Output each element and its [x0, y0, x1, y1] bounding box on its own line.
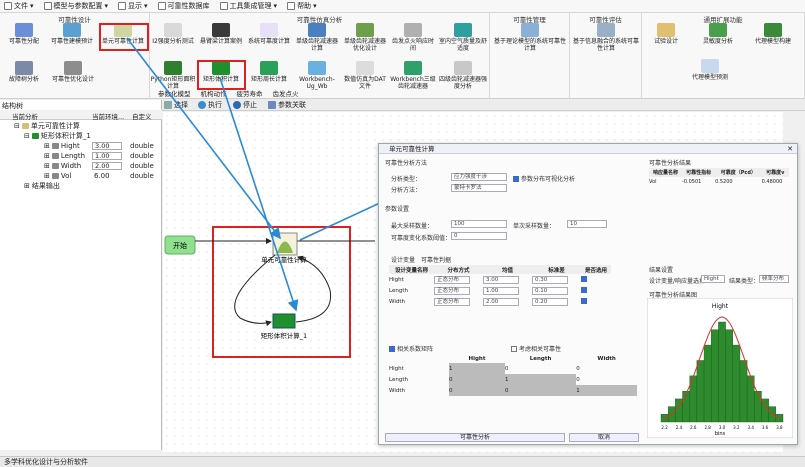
label-method: 分析方法： [391, 187, 422, 194]
run-analysis-button[interactable]: 可靠性分析 [385, 433, 565, 442]
histogram-bar [754, 391, 762, 423]
table-row: Vol -0.0501 0.5200 0.48000 [649, 178, 783, 185]
x-tick-label: 3.4 [748, 425, 755, 430]
other-corr-checkbox[interactable]: 考虑相关可靠性 [511, 344, 561, 353]
volume-node-label: 矩形体积计算_1 [261, 331, 307, 340]
volume-node[interactable] [272, 313, 296, 329]
table-row: Hight 1 0 0 [389, 363, 637, 374]
corr-matrix-table: Hight Length Width Hight 1 0 0 Length 0 … [389, 354, 637, 396]
histogram-chart: Hight bins 2.2 2.4 2.6 2.8 3.0 3.2 3.4 3.6 3.8 [647, 298, 793, 438]
start-node-label: 开始 [173, 241, 187, 250]
table-row: Width 0 0 1 [389, 385, 637, 396]
edge-node2-node1 [295, 255, 332, 323]
unit-reliability-dialog: 单元可靠性计算 ✕ 可靠性分析方法 分析类型： 应力强度干涉 参数分布可视化分析… [378, 143, 798, 445]
threshold-input[interactable]: 0 [451, 232, 507, 240]
checkbox-icon [513, 175, 519, 182]
histogram-bar [703, 344, 712, 423]
param-visual-checkbox[interactable]: 参数分布可视化分析 [513, 174, 575, 183]
status-bar: 多学科优化设计与分析软件 [0, 456, 805, 467]
histogram-bar [739, 360, 748, 423]
x-tick-label: 2.6 [690, 425, 697, 430]
checkbox-icon [389, 345, 395, 352]
checkbox-icon [511, 345, 517, 352]
x-tick-label: 3.0 [719, 425, 726, 430]
result-title: 可靠性分析结果 [649, 160, 692, 167]
analysis-type-select[interactable]: 应力强度干涉 [451, 173, 507, 181]
table-row: Hight 正态分布 3.00 0.30 [389, 274, 611, 285]
resp-select[interactable]: Hight [701, 275, 725, 283]
edge-node1-node2 [234, 254, 276, 327]
x-tick-label: 2.8 [704, 425, 711, 430]
result-settings: 结果设置 [649, 267, 674, 274]
close-icon[interactable]: ✕ [787, 145, 793, 153]
dialog-title: 单元可靠性计算 [379, 144, 797, 154]
table-row: Length 0 1 0 [389, 374, 637, 385]
corr-matrix-checkbox[interactable]: 相关系数矩阵 [389, 344, 433, 353]
tab-design-vars[interactable]: 设计变量 [391, 255, 415, 264]
table-row: Length 正态分布 1.00 0.10 [389, 285, 611, 296]
x-tick-label: 3.2 [733, 425, 740, 430]
cancel-button[interactable]: 取消 [569, 433, 639, 442]
table-row: Width 正态分布 2.00 0.20 [389, 296, 611, 307]
analysis-method-select[interactable]: 蒙特卡罗法 [451, 184, 507, 192]
label-analysis: 分析类型： [391, 176, 422, 183]
x-tick-label: 3.6 [762, 425, 769, 430]
label-step-samples: 单次采样数量： [513, 223, 556, 230]
label-threshold: 可靠度变化系数阈值： [391, 235, 452, 242]
label-result-type: 结果类型： [729, 278, 760, 285]
histogram-bar [696, 360, 705, 423]
histogram-bar [711, 329, 719, 423]
section-method: 可靠性分析方法 [385, 160, 428, 167]
annotation-arrow-1 [126, 37, 281, 240]
histogram-bar [732, 344, 741, 423]
tab-criteria[interactable]: 可靠性判据 [421, 255, 451, 264]
checkbox-icon[interactable] [581, 297, 587, 304]
chart-ticks: 2.2 2.4 2.6 2.8 3.0 3.2 3.4 3.6 3.8 [661, 425, 783, 430]
histogram-bar [718, 321, 726, 423]
unit-reliability-node-label: 单元可靠性计算 [261, 255, 307, 264]
label-max-samples: 最大采样数量： [391, 223, 434, 230]
section-params: 参数设置 [385, 206, 410, 213]
checkbox-icon[interactable] [581, 275, 587, 282]
result-table: 响应量名称 可靠性指标 可靠度（Pcd） 可靠度v Vol -0.0501 0.… [649, 168, 789, 186]
histogram-bar [725, 329, 733, 423]
chart-xlabel: bins [715, 431, 726, 437]
x-tick-label: 2.2 [661, 425, 668, 430]
x-tick-label: 3.8 [776, 425, 783, 430]
design-vars-table: 设计变量名称 分布方式 均值 标准差 是否选用 Hight 正态分布 3.00 … [389, 265, 611, 307]
max-samples-input[interactable]: 100 [451, 220, 507, 228]
histogram-bar [682, 391, 690, 423]
x-tick-label: 2.4 [676, 425, 683, 430]
result-type-select[interactable]: 频率分布 [759, 275, 789, 283]
step-samples-input[interactable]: 10 [567, 220, 607, 228]
chart-title: Hight [712, 303, 729, 310]
annotation-arrow-2 [219, 77, 299, 312]
checkbox-icon[interactable] [581, 286, 587, 293]
